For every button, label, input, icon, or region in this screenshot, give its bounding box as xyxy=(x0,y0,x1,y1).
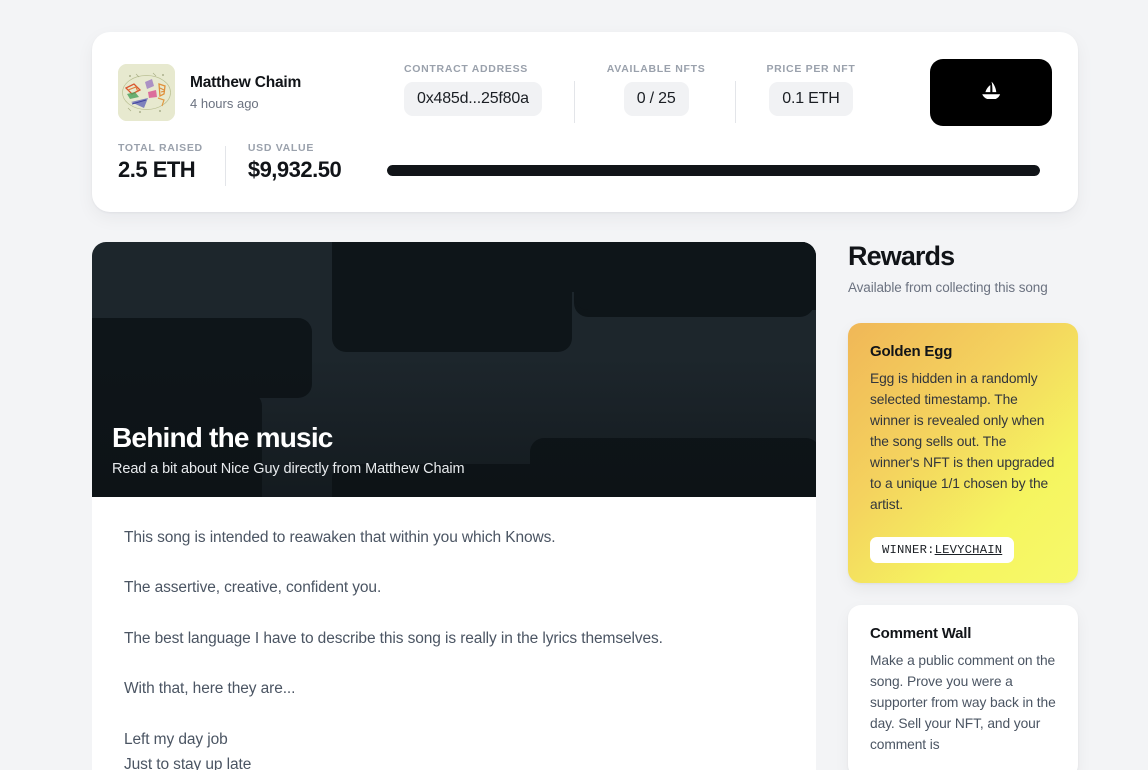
stat-label-available-nfts: AVAILABLE NFTS xyxy=(606,63,706,75)
opensea-button[interactable] xyxy=(930,58,1052,126)
golden-egg-card[interactable]: Golden Egg Egg is hidden in a randomly s… xyxy=(848,322,1078,584)
stat-available-nfts: AVAILABLE NFTS 0 / 25 xyxy=(607,63,706,116)
artist-name: Matthew Chaim xyxy=(190,74,302,92)
price-per-nft-value: 0.1 ETH xyxy=(769,82,853,116)
abstract-artwork-thumbnail xyxy=(118,63,175,121)
stat-total-raised: TOTAL RAISED 2.5 ETH xyxy=(118,142,203,183)
available-nfts-value: 0 / 25 xyxy=(623,82,689,116)
winner-badge[interactable]: WINNER:LEVYCHAIN xyxy=(870,537,1015,564)
stat-label-contract-address: CONTRACT ADDRESS xyxy=(404,63,528,75)
usd-value: $9,932.50 xyxy=(247,156,342,182)
main-content-card: Behind the music Read a bit about Nice G… xyxy=(92,242,816,770)
header-stats: CONTRACT ADDRESS 0x485d...25f80a AVAILAB… xyxy=(404,61,930,123)
article-body: This song is intended to reawaken that w… xyxy=(92,497,816,770)
comment-wall-card[interactable]: Comment Wall Make a public comment on th… xyxy=(848,605,1078,770)
stat-label-usd-value: USD VALUE xyxy=(247,141,315,154)
hero-title: Behind the music xyxy=(112,421,333,453)
article-paragraph: The best language I have to describe thi… xyxy=(124,629,663,647)
stat-label-total-raised: TOTAL RAISED xyxy=(118,141,203,154)
stat-contract-address: CONTRACT ADDRESS 0x485d...25f80a xyxy=(404,63,542,116)
stat-label-price-per-nft: PRICE PER NFT xyxy=(766,63,856,75)
progress-track xyxy=(387,164,1040,176)
article-paragraph: The assertive, creative, confident you. xyxy=(124,579,382,597)
page-root: Matthew Chaim 4 hours ago CONTRACT ADDRE… xyxy=(0,0,1148,770)
summary-bottom-row: TOTAL RAISED 2.5 ETH USD VALUE $9,932.50 xyxy=(92,126,1078,186)
stat-divider-2 xyxy=(735,81,737,123)
hero-text-block: Behind the music Read a bit about Nice G… xyxy=(112,422,465,477)
sale-progress xyxy=(387,149,1040,176)
contract-address-value[interactable]: 0x485d...25f80a xyxy=(404,82,542,116)
summary-divider xyxy=(224,146,226,186)
progress-fill xyxy=(387,164,1040,176)
stat-price-per-nft: PRICE PER NFT 0.1 ETH xyxy=(766,63,855,116)
stat-divider-1 xyxy=(573,81,575,123)
article-paragraph: With that, here they are... xyxy=(124,680,296,698)
lyric-line: Just to stay up late xyxy=(124,756,252,770)
hero-subtitle: Read a bit about Nice Guy directly from … xyxy=(112,461,465,477)
artist-meta: Matthew Chaim 4 hours ago xyxy=(190,73,301,110)
hero-banner: Behind the music Read a bit about Nice G… xyxy=(92,242,816,497)
artist-block[interactable]: Matthew Chaim 4 hours ago xyxy=(118,63,404,121)
rewards-subheading: Available from collecting this song xyxy=(848,279,1048,295)
artist-timestamp: 4 hours ago xyxy=(190,95,259,111)
comment-wall-title: Comment Wall xyxy=(870,625,972,643)
lyric-line: Left my day job xyxy=(124,730,228,748)
comment-wall-description: Make a public comment on the song. Prove… xyxy=(870,653,1056,753)
golden-egg-title: Golden Egg xyxy=(870,342,953,360)
rewards-sidebar: Rewards Available from collecting this s… xyxy=(848,241,1078,770)
opensea-sailboat-icon xyxy=(982,81,1001,99)
rewards-heading: Rewards xyxy=(848,241,955,271)
stat-usd-value: USD VALUE $9,932.50 xyxy=(247,141,342,183)
winner-label: WINNER: xyxy=(882,543,935,558)
summary-card: Matthew Chaim 4 hours ago CONTRACT ADDRE… xyxy=(92,32,1078,212)
avatar xyxy=(118,63,175,121)
winner-name[interactable]: LEVYCHAIN xyxy=(935,543,1003,557)
golden-egg-description: Egg is hidden in a randomly selected tim… xyxy=(870,370,1055,512)
article-paragraph: This song is intended to reawaken that w… xyxy=(124,529,556,546)
summary-top-row: Matthew Chaim 4 hours ago CONTRACT ADDRE… xyxy=(92,32,1078,126)
total-raised-value: 2.5 ETH xyxy=(118,156,196,182)
